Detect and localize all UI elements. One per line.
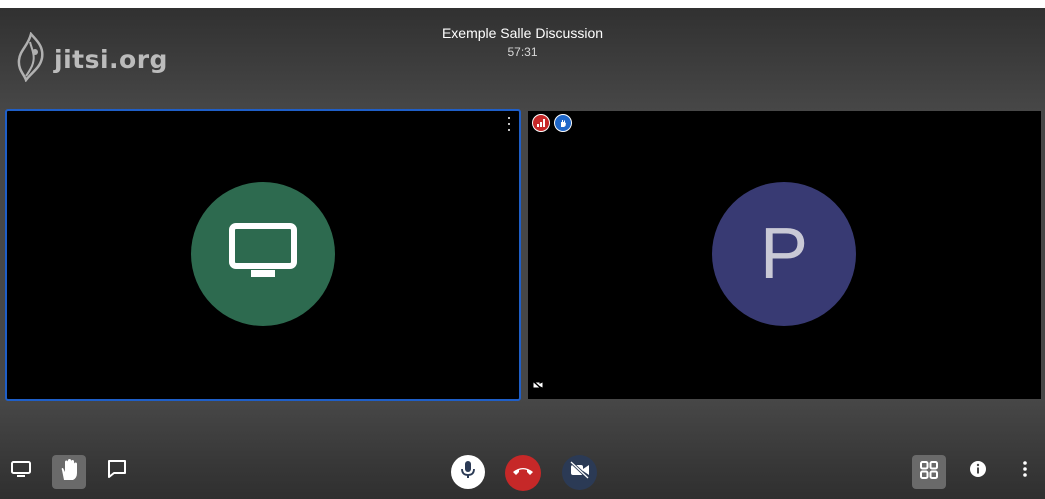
video-off-icon [532,376,543,394]
participant-avatar [191,182,335,326]
raise-hand-icon [58,458,80,487]
meeting-title: Exemple Salle Discussion [441,25,604,41]
raise-hand-button[interactable] [52,455,86,489]
more-options-icon [1022,460,1028,483]
raised-hand-icon [554,114,572,132]
kebab-menu-icon[interactable] [505,117,513,131]
tile-view-icon [919,460,939,485]
meeting-header: Exemple Salle Discussion 57:31 [0,24,1045,60]
screen-share-button[interactable] [8,458,34,484]
more-options-button[interactable] [1016,458,1034,484]
meeting-timer: 57:31 [507,45,538,59]
chat-icon [106,458,128,485]
participant-tile-p[interactable]: P [528,111,1041,399]
info-button[interactable] [965,458,991,484]
camera-button[interactable] [562,455,597,490]
microphone-icon [460,460,476,485]
hangup-button[interactable] [505,455,541,491]
top-strip [0,0,1045,8]
tile-view-button[interactable] [912,455,946,489]
jitsi-meeting-app: jitsi.org Exemple Salle Discussion 57:31 [0,0,1045,499]
camera-off-icon [569,460,591,484]
participant-avatar: P [712,182,856,326]
info-icon [969,460,987,483]
hangup-icon [512,464,534,482]
microphone-button[interactable] [451,455,485,489]
avatar-initial: P [759,214,809,294]
chat-button[interactable] [104,458,130,484]
screen-share-icon [10,459,32,484]
connection-quality-icon[interactable] [532,114,550,132]
participant-tile-screen-share[interactable] [5,109,521,401]
monitor-icon [228,222,298,287]
participant-indicators [532,114,572,132]
